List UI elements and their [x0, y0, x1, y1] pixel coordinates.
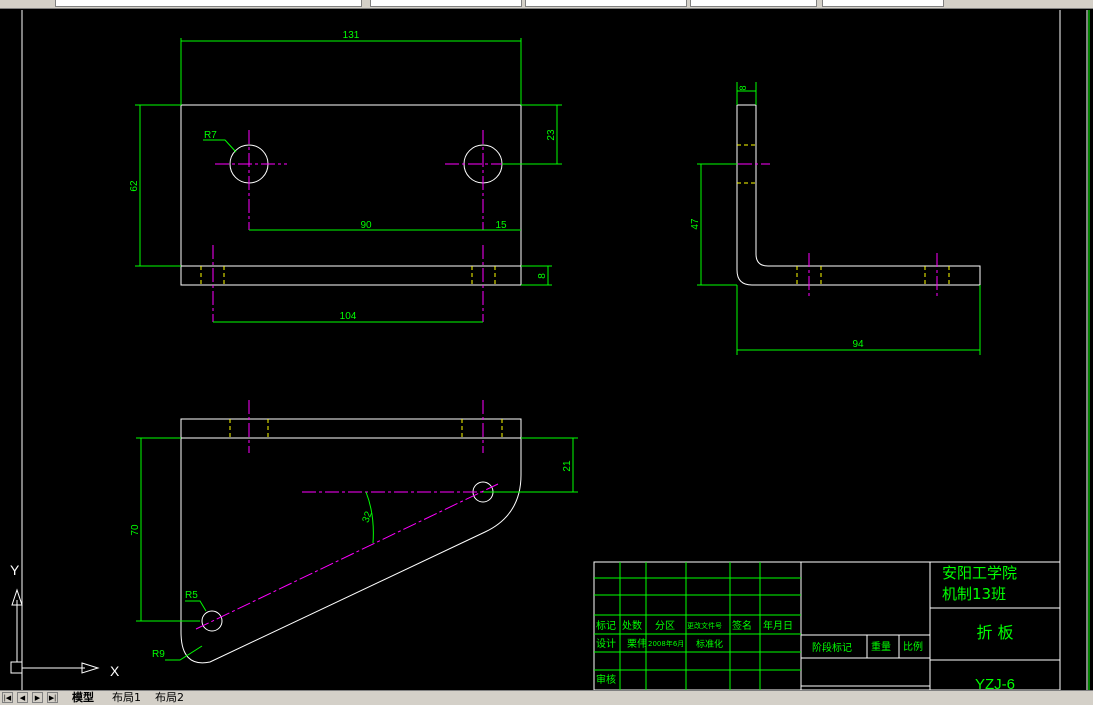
dim-overall-width: 131 [343, 30, 360, 41]
header-change-doc: 更改文件号 [687, 621, 722, 630]
dim-edge-offset: 15 [495, 220, 507, 231]
tab-model[interactable]: 模型 [72, 691, 94, 704]
front-view: 131 62 23 90 15 R7 8 104 [129, 30, 562, 323]
lineweight-dropdown[interactable] [690, 0, 817, 7]
top-dim-offset: 21 [562, 460, 573, 472]
dim-height: 62 [129, 180, 140, 192]
top-view: 70 21 32 R5 R9 [130, 400, 578, 664]
design-date: 2008年6月 [648, 639, 684, 648]
side-profile-outline [736, 104, 981, 286]
layout-tab-bar: |◀ ◀ ▶ ▶| 模型 布局1 布局2 [0, 690, 1093, 705]
dim-bottom-span: 104 [340, 311, 357, 322]
scale-label: 比例 [903, 640, 923, 653]
top-dim-corner-radius: R9 [152, 649, 165, 660]
weight-label: 重量 [871, 640, 891, 653]
last-tab-button[interactable]: ▶| [47, 692, 58, 703]
top-dim-hole-radius: R5 [185, 590, 198, 601]
side-dim-thickness: 8 [738, 85, 748, 90]
ucs-icon [10, 588, 100, 674]
ucs-x-label: X [110, 663, 120, 679]
header-signature: 签名 [732, 619, 752, 632]
class-name: 机制13班 [942, 585, 1006, 603]
top-dim-height: 70 [130, 524, 141, 536]
stage-mark-label: 阶段标记 [812, 641, 852, 654]
side-center-lines [715, 163, 938, 298]
side-dim-vertical: 47 [690, 218, 701, 230]
school-name: 安阳工学院 [942, 564, 1017, 582]
header-date: 年月日 [763, 619, 793, 632]
review-label: 审核 [596, 673, 616, 686]
header-mark: 标记 [596, 620, 616, 632]
prev-tab-button[interactable]: ◀ [17, 692, 28, 703]
header-count: 处数 [622, 619, 642, 632]
first-tab-button[interactable]: |◀ [2, 692, 13, 703]
dim-hole-spacing: 90 [360, 220, 372, 231]
dim-hole-offset: 23 [546, 129, 557, 141]
drawing-canvas[interactable]: 131 62 23 90 15 R7 8 104 8 47 94 70 21 3… [0, 8, 1093, 690]
color-dropdown[interactable] [370, 0, 522, 7]
top-flange-outline [180, 418, 522, 439]
plotstyle-dropdown[interactable] [822, 0, 944, 7]
designer-name: 栗伟 [627, 637, 647, 650]
next-tab-button[interactable]: ▶ [32, 692, 43, 703]
top-center-lines [195, 400, 499, 630]
ucs-y-label: Y [10, 562, 20, 578]
top-plate-outline [180, 438, 522, 664]
front-plate-outline [180, 104, 522, 267]
layer-dropdown[interactable] [55, 0, 362, 7]
standardization-label: 标准化 [696, 638, 723, 650]
header-zone: 分区 [655, 620, 675, 632]
side-dim-horizontal: 94 [852, 339, 864, 350]
design-label: 设计 [596, 637, 616, 650]
front-flange-outline [180, 265, 522, 286]
side-view: 8 47 94 [690, 82, 981, 355]
side-dimensions [697, 82, 981, 355]
tab-layout1[interactable]: 布局1 [112, 691, 141, 704]
front-dimensions [135, 38, 562, 323]
tab-layout2[interactable]: 布局2 [155, 691, 184, 704]
side-hidden-lines [737, 144, 950, 285]
top-dimensions [136, 437, 578, 661]
drawing-number: YZJ-6 [975, 676, 1015, 690]
top-hidden-lines [229, 419, 503, 438]
part-name: 折 板 [976, 623, 1013, 642]
front-hidden-lines [200, 266, 496, 285]
linetype-dropdown[interactable] [525, 0, 687, 7]
dim-hole-radius: R7 [204, 130, 217, 141]
dim-thickness: 8 [537, 273, 548, 279]
